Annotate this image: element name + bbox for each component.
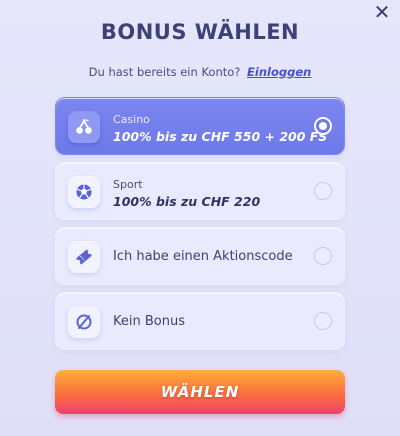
- radio-unselected[interactable]: [314, 182, 332, 200]
- ticket-icon: [68, 241, 100, 273]
- option-label: Kein Bonus: [113, 314, 185, 329]
- submit-label: WÄHLEN: [160, 383, 240, 401]
- bonus-option-casino[interactable]: Casino 100% bis zu CHF 550 + 200 FS: [55, 97, 345, 155]
- page-title: BONUS WÄHLEN: [100, 20, 300, 44]
- bonus-option-promo-code[interactable]: Ich habe einen Aktionscode: [55, 227, 345, 285]
- submit-button[interactable]: WÄHLEN: [55, 370, 345, 414]
- bonus-option-none[interactable]: Kein Bonus: [55, 292, 345, 350]
- bonus-dialog: ✕ BONUS WÄHLEN Du hast bereits ein Konto…: [0, 0, 400, 436]
- login-link[interactable]: Einloggen: [247, 65, 311, 79]
- radio-unselected[interactable]: [314, 312, 332, 330]
- option-label: Ich habe einen Aktionscode: [113, 249, 293, 264]
- bonus-option-sport[interactable]: Sport 100% bis zu CHF 220: [55, 162, 345, 220]
- radio-selected[interactable]: [314, 117, 332, 135]
- option-detail: 100% bis zu CHF 550 + 200 FS: [113, 129, 328, 144]
- soccer-ball-icon: [68, 176, 100, 208]
- no-bonus-icon: [68, 306, 100, 338]
- option-label: Sport: [113, 178, 143, 191]
- radio-unselected[interactable]: [314, 247, 332, 265]
- option-label: Casino: [113, 113, 150, 126]
- option-detail: 100% bis zu CHF 220: [113, 194, 261, 209]
- cherries-icon: [68, 111, 100, 143]
- login-prompt-row: Du hast bereits ein Konto? Einloggen: [0, 65, 400, 79]
- login-prompt: Du hast bereits ein Konto?: [88, 65, 241, 79]
